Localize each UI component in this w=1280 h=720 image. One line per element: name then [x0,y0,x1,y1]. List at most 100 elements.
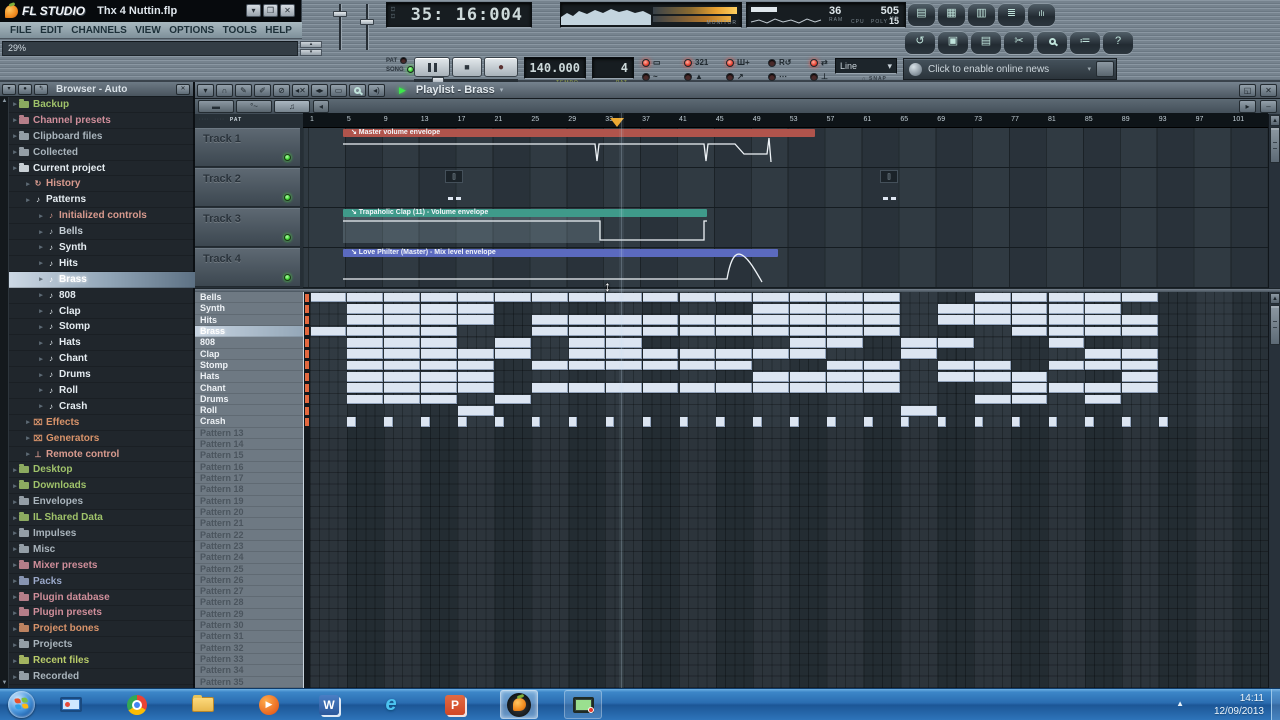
pattern-block[interactable] [1011,394,1048,405]
oscilloscope-panel[interactable]: MONITOR [560,2,742,28]
playlist-detach-icon[interactable]: ◱ [1239,83,1256,97]
expand-arrow-icon[interactable]: ▸ [11,514,19,522]
browser-window-button[interactable]: ≣ [998,3,1025,26]
taskbar-icon-screen-recorder[interactable] [564,690,602,719]
maximize-button[interactable]: ❒ [263,4,278,17]
pattern-block[interactable] [1122,315,1159,326]
pattern-block[interactable] [827,304,863,314]
tempo-display[interactable]: 140.000 [524,57,586,79]
pattern-block[interactable] [531,292,568,303]
pattern-block[interactable] [864,292,900,303]
mode-leds[interactable]: PAT SONG [386,57,414,73]
pattern-row-label-clap[interactable]: Clap [195,349,303,360]
browser-item-808[interactable]: ▸ ♪ 808 [9,288,195,304]
pattern-block[interactable] [642,349,679,359]
pattern-block[interactable] [310,292,347,303]
stop-button[interactable]: ■ [452,57,482,77]
pattern-block[interactable] [642,315,679,326]
browser-close-icon[interactable]: ✕ [176,83,190,95]
tray-expand-icon[interactable]: ▲ [1176,699,1184,708]
browser-item-generators[interactable]: ▸ ⌧ Generators [9,431,195,447]
pattern-block[interactable] [568,315,605,326]
browser-item-plugin-presets[interactable]: ▸ Plugin presets [9,606,195,622]
pattern-block[interactable] [1048,304,1085,314]
tab-automation[interactable]: °~ [236,100,272,113]
browser-item-brass[interactable]: ▸ ♪ Brass [9,271,195,288]
pattern-row-label-pattern-33[interactable]: Pattern 33 [195,654,303,666]
pattern-block[interactable] [347,371,384,382]
pattern-block[interactable] [937,417,947,427]
pattern-color-tick[interactable] [305,384,309,392]
expand-arrow-icon[interactable]: ▸ [11,593,19,601]
pattern-row-label-pattern-28[interactable]: Pattern 28 [195,597,303,609]
hint-stepper[interactable]: ▴ ▾ [300,41,322,56]
pattern-block[interactable] [495,394,531,405]
pattern-block[interactable] [421,383,458,393]
pattern-color-tick[interactable] [305,350,309,359]
pattern-block[interactable] [642,292,679,303]
pause-button[interactable] [414,57,450,77]
pattern-block[interactable] [1085,417,1094,427]
pattern-block[interactable] [753,417,762,427]
pattern-block[interactable] [753,292,790,303]
expand-arrow-icon[interactable]: ▸ [11,609,19,617]
pattern-row-label-stomp[interactable]: Stomp [195,360,303,372]
taskbar-clock[interactable]: 14:11 12/09/2013 [1214,692,1264,718]
browser-item-synth[interactable]: ▸ ♪ Synth [9,240,195,256]
pattern-row-label-pattern-31[interactable]: Pattern 31 [195,631,303,643]
song-led[interactable] [406,66,414,73]
pattern-block[interactable] [753,371,790,382]
pattern-row-label-pattern-15[interactable]: Pattern 15 [195,450,303,462]
taskbar-icon-media-player[interactable]: ▶ [250,690,288,719]
pattern-block[interactable] [1011,304,1048,314]
scroll-left-icon[interactable]: ◂ [313,100,329,113]
track-header-1[interactable]: Track 1 [195,128,300,167]
expand-arrow-icon[interactable]: ▸ [11,100,19,108]
pattern-block[interactable] [531,417,541,427]
scroll-right-icon[interactable]: ▸ [1239,100,1256,113]
pattern-block[interactable] [753,315,790,326]
pattern-block[interactable] [347,349,384,359]
pattern-block[interactable] [568,383,605,393]
expand-arrow-icon[interactable]: ▸ [24,180,32,188]
pattern-block[interactable] [531,315,568,326]
render-button[interactable]: ≔ [1070,31,1100,54]
browser-item-history[interactable]: ▸ ↻ History [9,176,195,193]
pattern-block[interactable] [753,383,790,393]
pattern-number-display[interactable]: 4 [592,57,634,79]
pattern-row-label-pattern-26[interactable]: Pattern 26 [195,575,303,587]
pattern-block[interactable] [974,360,1011,371]
browser-item-crash[interactable]: ▸ ♪ Crash [9,399,195,415]
taskbar-icon-desktop-app[interactable] [52,690,90,719]
pattern-block[interactable] [495,349,531,359]
pattern-block[interactable] [1122,360,1159,371]
blocks-vscrollbar[interactable]: ▲ [1268,292,1280,688]
pattern-block[interactable] [347,417,356,427]
pattern-block[interactable] [716,326,753,337]
browser-item-mixer-presets[interactable]: ▸ Mixer presets [9,558,195,574]
pattern-block[interactable] [421,371,458,382]
time-display[interactable]: ⏍ ⏍ 35: 16:004 [386,2,532,28]
pattern-row-label-pattern-35[interactable]: Pattern 35 [195,677,303,688]
countdown-toggle[interactable]: 321 [684,56,726,69]
taskbar-icon-fl-studio[interactable] [500,690,538,719]
menu-icon[interactable]: ▾ [197,83,214,97]
track-lane-2[interactable]: [] [] [303,168,1268,208]
pattern-block[interactable] [1122,292,1159,303]
expand-arrow-icon[interactable]: ▸ [37,291,45,299]
undo-button[interactable]: ↺ [905,31,935,54]
cpu-panel[interactable]: 36 RAM 505 MB CPU POLY 15 [746,2,906,28]
pattern-block[interactable] [495,417,504,427]
track-led[interactable] [284,154,291,161]
mini-pattern-clip[interactable]: [] [880,170,898,183]
main-pitch-slider[interactable] [358,2,376,54]
pattern-row-label-hats[interactable]: Hats [195,371,303,383]
taskbar-icon-powerpoint[interactable]: P [436,690,474,719]
tab-audio-tracks[interactable]: ▬ [198,100,234,113]
pattern-row-label-pattern-20[interactable]: Pattern 20 [195,507,303,519]
pattern-block[interactable] [1085,315,1122,326]
pattern-block[interactable] [900,405,937,416]
browser-item-drums[interactable]: ▸ ♪ Drums [9,367,195,384]
browser-item-downloads[interactable]: ▸ Downloads [9,478,195,495]
expand-arrow-icon[interactable]: ▸ [37,323,45,331]
